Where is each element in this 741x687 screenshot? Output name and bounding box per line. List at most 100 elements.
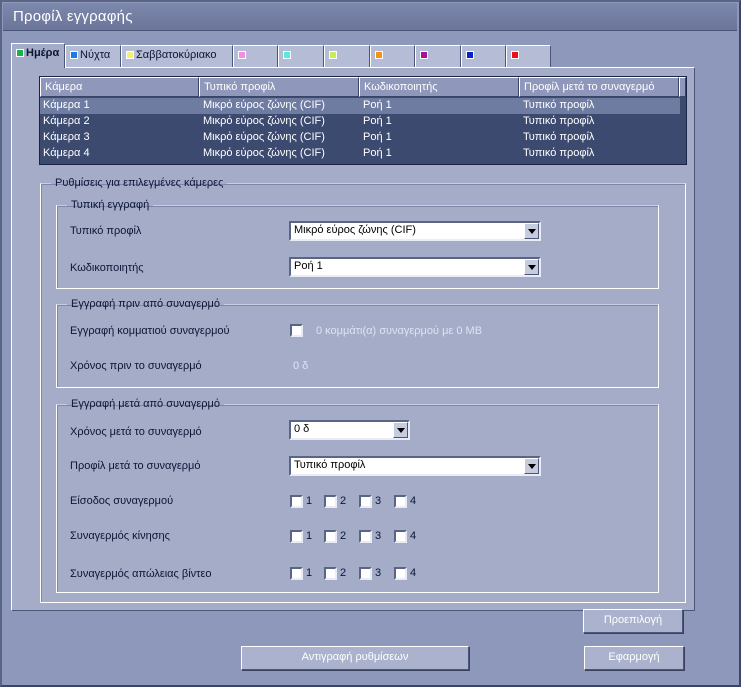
checkbox-label: 2	[340, 495, 347, 507]
column-header-post-alarm-profile[interactable]: Προφίλ μετά το συναγερμό	[519, 77, 679, 97]
video-loss-alarm-2-checkbox[interactable]	[324, 567, 337, 580]
alarm-input-2-checkbox[interactable]	[324, 495, 337, 508]
lime-color-swatch	[329, 51, 337, 59]
checkbox-label: 1	[306, 530, 313, 542]
checkbox-label: 3	[375, 495, 382, 507]
tab-night[interactable]: Νύχτα	[65, 45, 121, 67]
encoder-select[interactable]: Ροή 1	[289, 257, 541, 277]
alarm-input-label: Είσοδος συναγερμού	[70, 495, 174, 507]
video-loss-alarm-4-checkbox[interactable]	[394, 567, 407, 580]
checkbox-label: 2	[340, 530, 347, 542]
chevron-down-icon[interactable]	[393, 422, 408, 438]
checkbox-label: 4	[410, 530, 417, 542]
tab-profile-4[interactable]	[233, 45, 278, 67]
cell-encoder: Ροή 1	[363, 147, 392, 159]
cell-standard-profile: Μικρό εύρος ζώνης (CIF)	[203, 115, 325, 127]
group-title: Ρυθμίσεις για επιλεγμένες κάμερες	[55, 177, 224, 189]
cell-standard-profile: Μικρό εύρος ζώνης (CIF)	[203, 131, 325, 143]
standard-profile-select[interactable]: Μικρό εύρος ζώνης (CIF)	[289, 221, 541, 241]
table-row[interactable]: Κάμερα 1 Μικρό εύρος ζώνης (CIF) Ροή 1 Τ…	[40, 98, 680, 114]
tab-profile-10[interactable]	[506, 45, 551, 67]
cell-camera: Κάμερα 4	[43, 147, 90, 159]
alarm-input-1-checkbox[interactable]	[290, 495, 303, 508]
cell-camera: Κάμερα 1	[43, 99, 90, 111]
video-loss-alarm-3-checkbox[interactable]	[359, 567, 372, 580]
select-value: Μικρό εύρος ζώνης (CIF)	[294, 224, 416, 236]
chevron-down-icon[interactable]	[524, 259, 539, 275]
tab-day[interactable]: Ημέρα	[11, 43, 65, 68]
post-alarm-profile-label: Προφίλ μετά το συναγερμό	[70, 460, 201, 472]
copy-settings-button[interactable]: Αντιγραφή ρυθμίσεων	[241, 646, 469, 670]
title-bar: Προφίλ εγγραφής	[3, 3, 737, 31]
group-title: Εγγραφή μετά από συναγερμό	[71, 398, 221, 410]
tab-profile-8[interactable]	[415, 45, 461, 67]
orange-color-swatch	[375, 51, 383, 59]
select-value: 0 δ	[294, 423, 310, 435]
tab-profile-9[interactable]	[461, 45, 506, 67]
tab-profile-7[interactable]	[370, 45, 415, 67]
camera-table: Κάμερα Τυπικό προφίλ Κωδικοποιητής Προφί…	[39, 76, 687, 165]
video-loss-alarm-1-checkbox[interactable]	[290, 567, 303, 580]
motion-alarm-4-checkbox[interactable]	[394, 530, 407, 543]
column-header-encoder[interactable]: Κωδικοποιητής	[359, 77, 519, 97]
checkbox-label: 2	[340, 567, 347, 579]
group-title: Εγγραφή πριν από συναγερμό	[71, 298, 221, 310]
tab-label: Ημέρα	[26, 47, 60, 59]
cyan-color-swatch	[283, 51, 291, 59]
day-color-swatch	[16, 49, 24, 57]
window-title: Προφίλ εγγραφής	[13, 8, 133, 25]
chevron-down-icon[interactable]	[524, 458, 539, 474]
group-title: Τυπική εγγραφή	[71, 199, 150, 211]
checkbox-label: 1	[306, 567, 313, 579]
table-row[interactable]: Κάμερα 2 Μικρό εύρος ζώνης (CIF) Ροή 1 Τ…	[40, 114, 680, 130]
cell-camera: Κάμερα 3	[43, 131, 90, 143]
cell-post-alarm-profile: Τυπικό προφίλ	[523, 115, 595, 127]
tab-weekend[interactable]: Σαββατοκύριακο	[121, 45, 233, 67]
tab-profile-5[interactable]	[278, 45, 324, 67]
pre-alarm-time-value: 0 δ	[293, 360, 309, 372]
cell-encoder: Ροή 1	[363, 131, 392, 143]
encoder-label: Κωδικοποιητής	[70, 262, 144, 274]
cell-encoder: Ροή 1	[363, 99, 392, 111]
post-alarm-time-select[interactable]: 0 δ	[289, 420, 410, 440]
default-button[interactable]: Προεπιλογή	[583, 609, 683, 633]
night-color-swatch	[70, 51, 78, 59]
red-color-swatch	[511, 51, 519, 59]
checkbox-label: 4	[410, 495, 417, 507]
camera-table-header: Κάμερα Τυπικό προφίλ Κωδικοποιητής Προφί…	[40, 77, 686, 97]
tab-label: Σαββατοκύριακο	[136, 49, 217, 61]
weekend-color-swatch	[126, 51, 134, 59]
table-row[interactable]: Κάμερα 3 Μικρό εύρος ζώνης (CIF) Ροή 1 Τ…	[40, 130, 680, 146]
alarm-input-3-checkbox[interactable]	[359, 495, 372, 508]
cell-standard-profile: Μικρό εύρος ζώνης (CIF)	[203, 147, 325, 159]
alarm-segment-info: 0 κομμάτι(α) συναγερμού με 0 MB	[316, 325, 483, 337]
blue-color-swatch	[466, 51, 474, 59]
cell-standard-profile: Μικρό εύρος ζώνης (CIF)	[203, 99, 325, 111]
column-header-standard-profile[interactable]: Τυπικό προφίλ	[199, 77, 359, 97]
select-value: Τυπικό προφίλ	[294, 459, 366, 471]
pre-alarm-recording-group: Εγγραφή πριν από συναγερμό	[56, 298, 659, 388]
cell-encoder: Ροή 1	[363, 115, 392, 127]
column-header-camera[interactable]: Κάμερα	[40, 77, 199, 97]
motion-alarm-label: Συναγερμός κίνησης	[70, 530, 170, 542]
post-alarm-profile-select[interactable]: Τυπικό προφίλ	[289, 456, 541, 476]
tab-panel: Κάμερα Τυπικό προφίλ Κωδικοποιητής Προφί…	[11, 67, 695, 611]
pre-alarm-time-label: Χρόνος πριν το συναγερμό	[70, 360, 202, 372]
tab-profile-6[interactable]	[324, 45, 370, 67]
alarm-input-4-checkbox[interactable]	[394, 495, 407, 508]
column-header-filler	[679, 77, 686, 97]
checkbox-label: 1	[306, 495, 313, 507]
select-value: Ροή 1	[294, 260, 323, 272]
chevron-down-icon[interactable]	[524, 223, 539, 239]
pink-color-swatch	[238, 51, 246, 59]
alarm-segment-checkbox[interactable]	[290, 324, 303, 337]
motion-alarm-2-checkbox[interactable]	[324, 530, 337, 543]
apply-button[interactable]: Εφαρμογή	[584, 646, 684, 670]
alarm-segment-label: Εγγραφή κομματιού συναγερμού	[70, 325, 230, 337]
table-row[interactable]: Κάμερα 4 Μικρό εύρος ζώνης (CIF) Ροή 1 Τ…	[40, 146, 680, 162]
post-alarm-time-label: Χρόνος μετά το συναγερμό	[70, 426, 202, 438]
checkbox-label: 4	[410, 567, 417, 579]
motion-alarm-3-checkbox[interactable]	[359, 530, 372, 543]
video-loss-alarm-label: Συναγερμός απώλειας βίντεο	[70, 568, 212, 580]
motion-alarm-1-checkbox[interactable]	[290, 530, 303, 543]
